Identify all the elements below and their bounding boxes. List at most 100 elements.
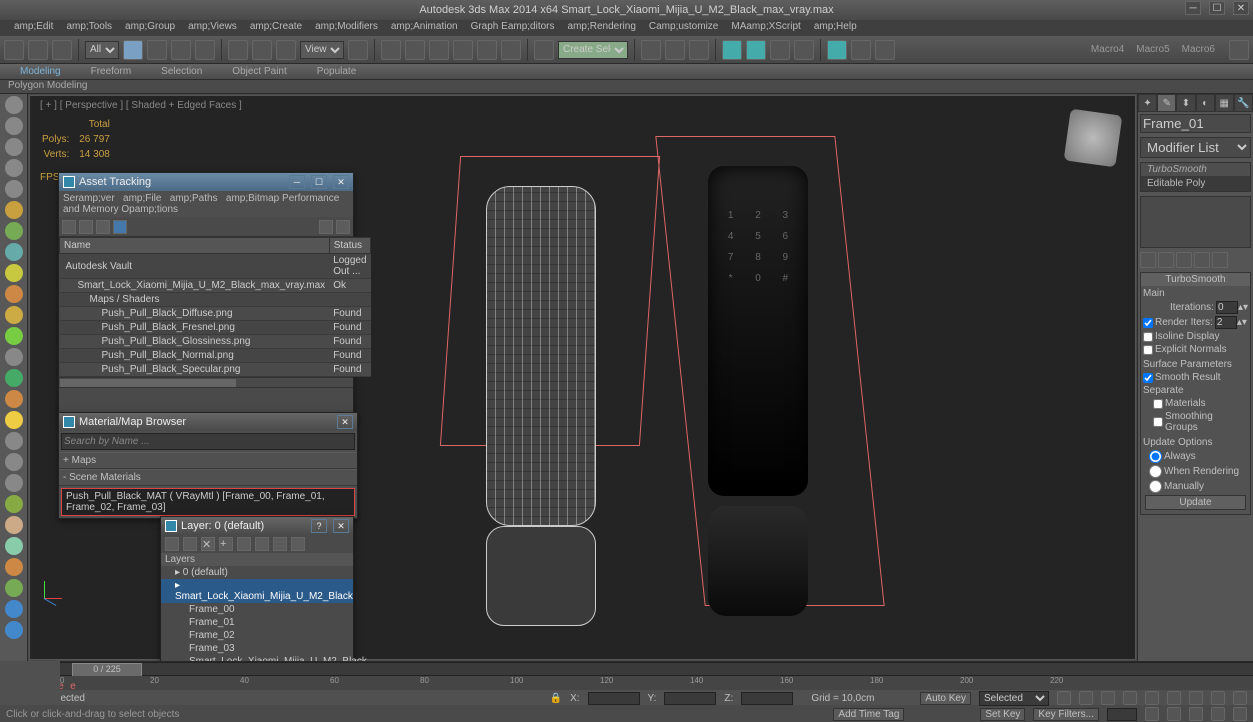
addtime-button[interactable]: Add Time Tag — [833, 708, 904, 721]
nav-icon[interactable] — [1167, 707, 1181, 721]
menu-grapheditors[interactable]: Graph Eamp;ditors — [465, 20, 561, 36]
transform-x-input[interactable] — [588, 692, 640, 705]
ribbon-tab-modeling[interactable]: Modeling — [20, 66, 61, 77]
material-item[interactable]: Push_Pull_Black_MAT ( VRayMtl ) [Frame_0… — [61, 488, 355, 516]
tool-icon[interactable] — [5, 390, 23, 408]
props-icon[interactable] — [291, 537, 305, 551]
select-rect-icon[interactable] — [171, 40, 191, 60]
asset-row[interactable]: Maps / Shaders — [60, 293, 371, 307]
asset-row[interactable]: Push_Pull_Black_Normal.pngFound — [60, 349, 371, 363]
nav-icon[interactable] — [1211, 707, 1225, 721]
object-name-field[interactable] — [1140, 114, 1251, 133]
tool-icon[interactable] — [5, 222, 23, 240]
layer-row[interactable]: ▸ Smart_Lock_Xiaomi_Mijia_U_M2_Black — [161, 579, 353, 603]
undo-icon[interactable] — [4, 40, 24, 60]
asset-row[interactable]: Push_Pull_Black_Fresnel.pngFound — [60, 321, 371, 335]
tool-icon[interactable] — [5, 411, 23, 429]
freeze-icon[interactable] — [273, 537, 287, 551]
time-ruler[interactable]: 020406080100120140160180200220 — [60, 676, 1253, 690]
asset-row[interactable]: Push_Pull_Black_Glossiness.pngFound — [60, 335, 371, 349]
delete-layer-icon[interactable] — [183, 537, 197, 551]
setkey-button[interactable]: Set Key — [980, 708, 1025, 721]
smgroups-checkbox[interactable] — [1153, 417, 1163, 427]
menu-group[interactable]: amp;Group — [119, 20, 181, 36]
unique-icon[interactable] — [1176, 252, 1192, 268]
select-window-icon[interactable] — [195, 40, 215, 60]
asset-row[interactable]: Push_Pull_Black_Diffuse.pngFound — [60, 307, 371, 321]
goto-end-icon[interactable] — [1145, 691, 1159, 705]
refresh-icon[interactable] — [62, 220, 76, 234]
nav-icon[interactable] — [1211, 691, 1225, 705]
asset-row[interactable]: Autodesk VaultLogged Out ... — [60, 254, 371, 279]
snap-icon[interactable] — [429, 40, 449, 60]
menu-views[interactable]: amp;Views — [182, 20, 243, 36]
tab-hierarchy-icon[interactable]: ⬍ — [1176, 94, 1195, 112]
tool-icon[interactable] — [5, 516, 23, 534]
layer-window[interactable]: Layer: 0 (default) ?✕ ✕ + Layers ▸ 0 (de… — [160, 516, 354, 669]
ribbon-tab-populate[interactable]: Populate — [317, 66, 356, 77]
minimize-button[interactable]: ─ — [289, 175, 305, 189]
layer-row[interactable]: ▸ 0 (default) — [161, 566, 353, 579]
frame-input[interactable] — [1107, 708, 1137, 721]
render-icon[interactable] — [827, 40, 847, 60]
scale-icon[interactable] — [276, 40, 296, 60]
close-button[interactable]: ✕ — [1233, 1, 1249, 15]
ribbon-tab-freeform[interactable]: Freeform — [91, 66, 132, 77]
macro4[interactable]: Macro4 — [1091, 44, 1124, 55]
asset-row[interactable]: Push_Pull_Black_Specular.pngFound — [60, 363, 371, 377]
list-icon[interactable] — [96, 220, 110, 234]
tool-icon[interactable] — [5, 96, 23, 114]
modifier-stack[interactable]: TurboSmooth Editable Poly — [1140, 162, 1251, 192]
update-manual-radio[interactable] — [1149, 480, 1162, 493]
viewport-label[interactable]: [ + ] [ Perspective ] [ Shaded + Edged F… — [40, 100, 242, 111]
tool-icon[interactable] — [5, 558, 23, 576]
selection-filter-select[interactable]: All — [85, 41, 119, 59]
material-search-input[interactable]: Search by Name ... — [61, 433, 355, 450]
material-browser-window[interactable]: Material/Map Browser ✕ Search by Name ..… — [58, 412, 358, 519]
tool-icon[interactable] — [5, 600, 23, 618]
select-icon[interactable] — [123, 40, 143, 60]
menu-help[interactable]: amp;Help — [808, 20, 863, 36]
options-icon[interactable] — [319, 220, 333, 234]
add-to-layer-icon[interactable]: ✕ — [201, 537, 215, 551]
render-setup-icon[interactable] — [770, 40, 790, 60]
stack-item-turbosmooth[interactable]: TurboSmooth — [1141, 163, 1250, 177]
nav-icon[interactable] — [1167, 691, 1181, 705]
stack-item-editablepoly[interactable]: Editable Poly — [1141, 177, 1250, 191]
render-frame-icon[interactable] — [794, 40, 814, 60]
angle-snap-icon[interactable] — [453, 40, 473, 60]
menu-create[interactable]: amp;Create — [244, 20, 308, 36]
update-button[interactable]: Update — [1145, 495, 1246, 510]
show-end-icon[interactable] — [1158, 252, 1174, 268]
smooth-result-checkbox[interactable] — [1143, 373, 1153, 383]
minimize-button[interactable]: ─ — [1185, 1, 1201, 15]
layer-row[interactable]: Frame_02 — [161, 629, 353, 642]
asset-tracking-window[interactable]: Asset Tracking ─☐✕ Seramp;ver amp;File a… — [58, 172, 354, 416]
menu-customize[interactable]: Camp;ustomize — [643, 20, 724, 36]
manipulate-icon[interactable] — [381, 40, 401, 60]
tool-icon[interactable] — [5, 369, 23, 387]
tool-icon[interactable] — [5, 453, 23, 471]
help-icon[interactable] — [336, 220, 350, 234]
modifier-list-select[interactable]: Modifier List — [1140, 137, 1251, 158]
percent-snap-icon[interactable] — [477, 40, 497, 60]
close-button[interactable]: ✕ — [333, 175, 349, 189]
highlight-icon[interactable] — [237, 537, 251, 551]
tool-icon[interactable] — [5, 327, 23, 345]
trackbar-mini[interactable] — [0, 661, 60, 703]
keymode-icon[interactable] — [405, 40, 425, 60]
thumb-icon[interactable] — [113, 220, 127, 234]
rotate-icon[interactable] — [252, 40, 272, 60]
material-editor-icon[interactable] — [746, 40, 766, 60]
asset-table[interactable]: NameStatus Autodesk VaultLogged Out ...S… — [59, 237, 371, 377]
menu-maxscript[interactable]: MAamp;XScript — [725, 20, 806, 36]
nav-icon[interactable] — [1189, 707, 1203, 721]
tool-icon[interactable] — [5, 180, 23, 198]
time-slider[interactable]: 0 / 225 — [60, 662, 1253, 676]
nav-icon[interactable] — [1233, 691, 1247, 705]
next-frame-icon[interactable] — [1123, 691, 1137, 705]
spinner-snap-icon[interactable] — [501, 40, 521, 60]
named-selection-select[interactable]: Create Selection S — [558, 41, 628, 59]
select-name-icon[interactable] — [147, 40, 167, 60]
menu-modifiers[interactable]: amp;Modifiers — [309, 20, 384, 36]
